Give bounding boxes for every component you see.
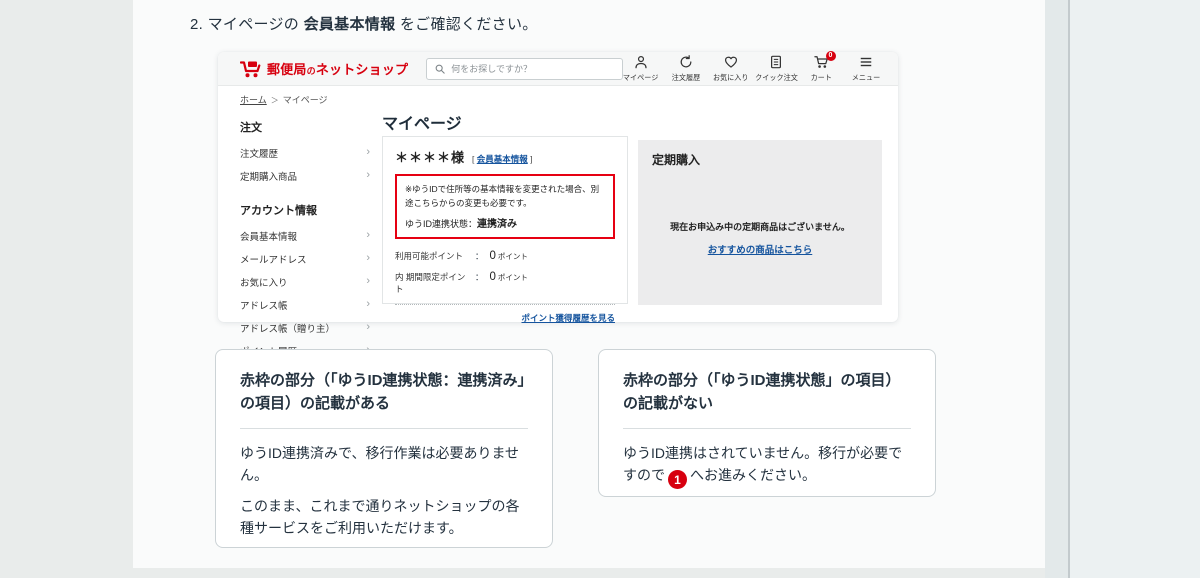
nav-mypage[interactable]: マイページ (623, 55, 659, 83)
subscription-empty-message: 現在お申込み中の定期商品はございません。 (638, 220, 882, 233)
menu-icon (859, 55, 873, 70)
mypage-sidebar: 注文 注文履歴› 定期購入商品› アカウント情報 会員基本情報› メールアドレス… (240, 114, 370, 385)
netshop-header: 郵便局のネットショップ マイページ 注文履歴 (218, 52, 898, 86)
right-background (1070, 0, 1200, 578)
card-divider (240, 428, 528, 429)
chevron-right-icon: › (366, 322, 370, 333)
member-info-panel: ＊＊＊＊様 [ 会員基本情報 ] ※ゆうIDで住所等の基本情報を変更された場合、… (382, 136, 628, 304)
points-row-limited: 内 期間限定ポイント ： 0 ポイント (395, 271, 615, 295)
cart-badge: 0 (826, 51, 836, 61)
yu-id-link-status: ゆうID連携状態：連携済み (405, 215, 605, 230)
step-text-after: をご確認ください。 (395, 16, 537, 33)
subscription-title: 定期購入 (638, 140, 882, 168)
card-linked-body-2: このまま、これまで通りネットショップの各種サービスをご利用いただけます。 (240, 496, 528, 539)
nav-cart[interactable]: 0 カート (803, 55, 839, 83)
subscription-panel: 定期購入 現在お申込み中の定期商品はございません。 おすすめの商品はこちら (638, 140, 882, 305)
points-summary: 利用可能ポイント ： 0 ポイント 内 期間限定ポイント ： 0 ポイント ポイ… (395, 250, 615, 324)
card-not-linked-title: 赤枠の部分（「ゆうID連携状態」の項目）の記載がない (623, 370, 911, 415)
card-not-linked-case: 赤枠の部分（「ゆうID連携状態」の項目）の記載がない ゆうID連携はされていませ… (598, 349, 936, 497)
sidebar-item-address-book-sender[interactable]: アドレス帳（贈り主）› (240, 316, 370, 339)
history-icon (679, 55, 693, 70)
step-number: 2. (190, 16, 203, 33)
points-history-link[interactable]: ポイント獲得履歴を見る (521, 313, 615, 323)
step-text-before: マイページの (208, 16, 304, 33)
sidebar-section-account: アカウント情報 (240, 197, 370, 224)
sidebar-item-favorites[interactable]: お気に入り› (240, 270, 370, 293)
right-gutter (1045, 0, 1068, 578)
nav-label: クイック注文 (755, 72, 798, 82)
points-row-available: 利用可能ポイント ： 0 ポイント (395, 250, 615, 262)
card-linked-title: 赤枠の部分（「ゆうID連携状態：連携済み」の項目）の記載がある (240, 370, 528, 415)
breadcrumb-separator: ＞ (271, 96, 279, 105)
heart-icon (724, 55, 738, 70)
chevron-right-icon: › (366, 230, 370, 241)
cart-logo-icon (240, 60, 262, 78)
step-heading: 2. マイページの 会員基本情報 をご確認ください。 (190, 13, 538, 34)
sidebar-item-subscription-products[interactable]: 定期購入商品› (240, 164, 370, 187)
nav-order-history[interactable]: 注文履歴 (668, 55, 704, 83)
search-input[interactable] (451, 64, 614, 74)
member-info-link[interactable]: 会員基本情報 (477, 154, 528, 164)
chevron-right-icon: › (366, 147, 370, 158)
document-icon (769, 55, 783, 70)
member-link-wrap: [ 会員基本情報 ] (472, 153, 533, 165)
chevron-right-icon: › (366, 276, 370, 287)
sidebar-item-member-info[interactable]: 会員基本情報› (240, 224, 370, 247)
sidebar-section-orders: 注文 (240, 114, 370, 141)
sidebar-item-email[interactable]: メールアドレス› (240, 247, 370, 270)
netshop-nav: マイページ 注文履歴 お気に入り クイック注文 (623, 55, 884, 83)
search-box[interactable] (426, 58, 623, 80)
yu-id-highlight-box: ※ゆうIDで住所等の基本情報を変更された場合、別途こちらからの変更も必要です。 … (395, 174, 615, 239)
netshop-screenshot: 郵便局のネットショップ マイページ 注文履歴 (218, 52, 898, 322)
step-1-badge: 1 (668, 470, 687, 489)
card-linked-case: 赤枠の部分（「ゆうID連携状態：連携済み」の項目）の記載がある ゆうID連携済み… (215, 349, 553, 548)
nav-favorites[interactable]: お気に入り (713, 55, 749, 83)
chevron-right-icon: › (366, 170, 370, 181)
sidebar-item-address-book[interactable]: アドレス帳› (240, 293, 370, 316)
dotted-divider (395, 304, 615, 305)
nav-label: マイページ (623, 72, 658, 82)
nav-label: お気に入り (713, 72, 749, 82)
card-linked-body-1: ゆうID連携済みで、移行作業は必要ありません。 (240, 443, 528, 486)
person-icon (634, 55, 648, 70)
breadcrumb-home-link[interactable]: ホーム (240, 95, 267, 105)
nav-label: カート (810, 72, 831, 82)
chevron-right-icon: › (366, 253, 370, 264)
card-not-linked-body: ゆうID連携はされていません。移行が必要ですので1へお進みください。 (623, 443, 911, 489)
nav-label: 注文履歴 (672, 72, 701, 82)
chevron-right-icon: › (366, 299, 370, 310)
yu-id-notice-text: ※ゆうIDで住所等の基本情報を変更された場合、別途こちらからの変更も必要です。 (405, 182, 605, 210)
nav-quick-order[interactable]: クイック注文 (758, 55, 794, 83)
card-divider (623, 428, 911, 429)
netshop-logo[interactable]: 郵便局のネットショップ (240, 59, 408, 78)
cart-icon: 0 (814, 55, 829, 70)
recommended-products-link[interactable]: おすすめの商品はこちら (708, 245, 813, 256)
sidebar-item-order-history[interactable]: 注文履歴› (240, 141, 370, 164)
mypage-title: マイページ (382, 110, 462, 134)
breadcrumb-current: マイページ (283, 95, 328, 105)
member-name: ＊＊＊＊様 (395, 147, 465, 166)
netshop-logo-text: 郵便局のネットショップ (267, 59, 408, 78)
search-icon (435, 64, 445, 74)
nav-label: メニュー (852, 72, 881, 82)
nav-menu[interactable]: メニュー (848, 55, 884, 83)
step-text-bold: 会員基本情報 (304, 16, 396, 33)
breadcrumb: ホーム ＞ マイページ (240, 93, 328, 106)
